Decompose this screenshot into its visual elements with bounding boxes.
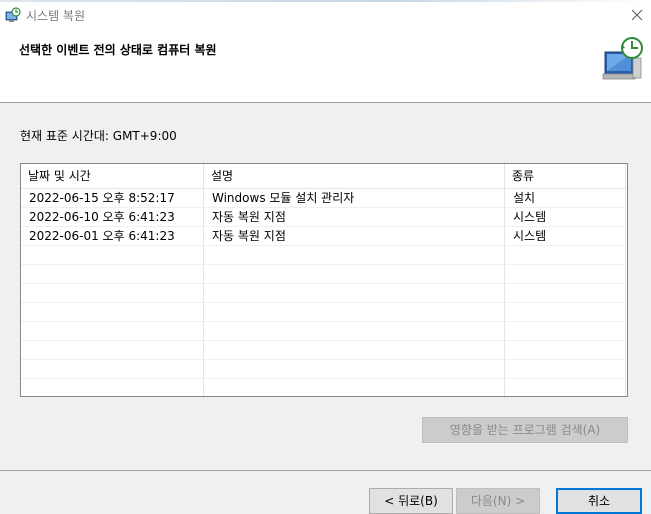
cell-description: 자동 복원 지점 [212,210,286,224]
column-header-datetime[interactable]: 날짜 및 시간 ˅ [21,164,204,188]
page-title: 선택한 이벤트 전의 상태로 컴퓨터 복원 [19,43,217,57]
column-header-label: 날짜 및 시간 [28,169,91,183]
empty-row [21,303,627,322]
close-icon [631,9,643,21]
footer-divider [0,470,651,471]
empty-row [21,284,627,303]
empty-row [21,341,627,360]
next-button[interactable]: 다음(N) > [456,488,540,514]
table-row[interactable]: 2022-06-15 오후 8:52:17 Windows 모듈 설치 관리자 … [21,189,627,208]
cell-datetime: 2022-06-10 오후 6:41:23 [29,210,175,224]
wizard-header: 선택한 이벤트 전의 상태로 컴퓨터 복원 [0,30,651,102]
cell-type: 시스템 [513,229,547,243]
table-row[interactable]: 2022-06-10 오후 6:41:23 자동 복원 지점 시스템 [21,208,627,227]
empty-row [21,246,627,265]
sort-descending-icon: ˅ [108,163,113,172]
system-restore-icon [5,7,21,22]
empty-row [21,379,627,396]
cancel-button[interactable]: 취소 [556,488,642,514]
scan-affected-programs-button[interactable]: 영향을 받는 프로그램 검색(A) [422,417,628,443]
header-divider [0,102,651,103]
cell-description: 자동 복원 지점 [212,229,286,243]
column-header-label: 종류 [512,169,535,183]
empty-row [21,360,627,379]
restore-point-list[interactable]: 날짜 및 시간 ˅ 설명 종류 2022-06-15 오후 8:52:17 Wi… [20,163,628,397]
column-header-label: 설명 [211,169,234,183]
cell-datetime: 2022-06-01 오후 6:41:23 [29,229,175,243]
close-button[interactable] [626,4,648,26]
cell-description: Windows 모듈 설치 관리자 [212,191,355,205]
cell-type: 설치 [513,191,536,205]
list-header: 날짜 및 시간 ˅ 설명 종류 [21,164,627,189]
system-restore-window: 시스템 복원 선택한 이벤트 전의 상태로 컴퓨터 복원 현재 표준 시간대: … [0,0,651,514]
window-title: 시스템 복원 [26,9,86,23]
table-row[interactable]: 2022-06-01 오후 6:41:23 자동 복원 지점 시스템 [21,227,627,246]
timezone-label: 현재 표준 시간대: GMT+9:00 [20,129,177,143]
title-bar-accent [0,0,651,2]
cell-type: 시스템 [513,210,547,224]
cell-datetime: 2022-06-15 오후 8:52:17 [29,191,175,205]
title-bar[interactable]: 시스템 복원 [0,0,651,30]
back-button[interactable]: < 뒤로(B) [369,488,453,514]
empty-row [21,322,627,341]
column-header-description[interactable]: 설명 [204,164,505,188]
empty-row [21,265,627,284]
column-header-type[interactable]: 종류 [505,164,627,188]
system-restore-graphic [602,37,643,80]
